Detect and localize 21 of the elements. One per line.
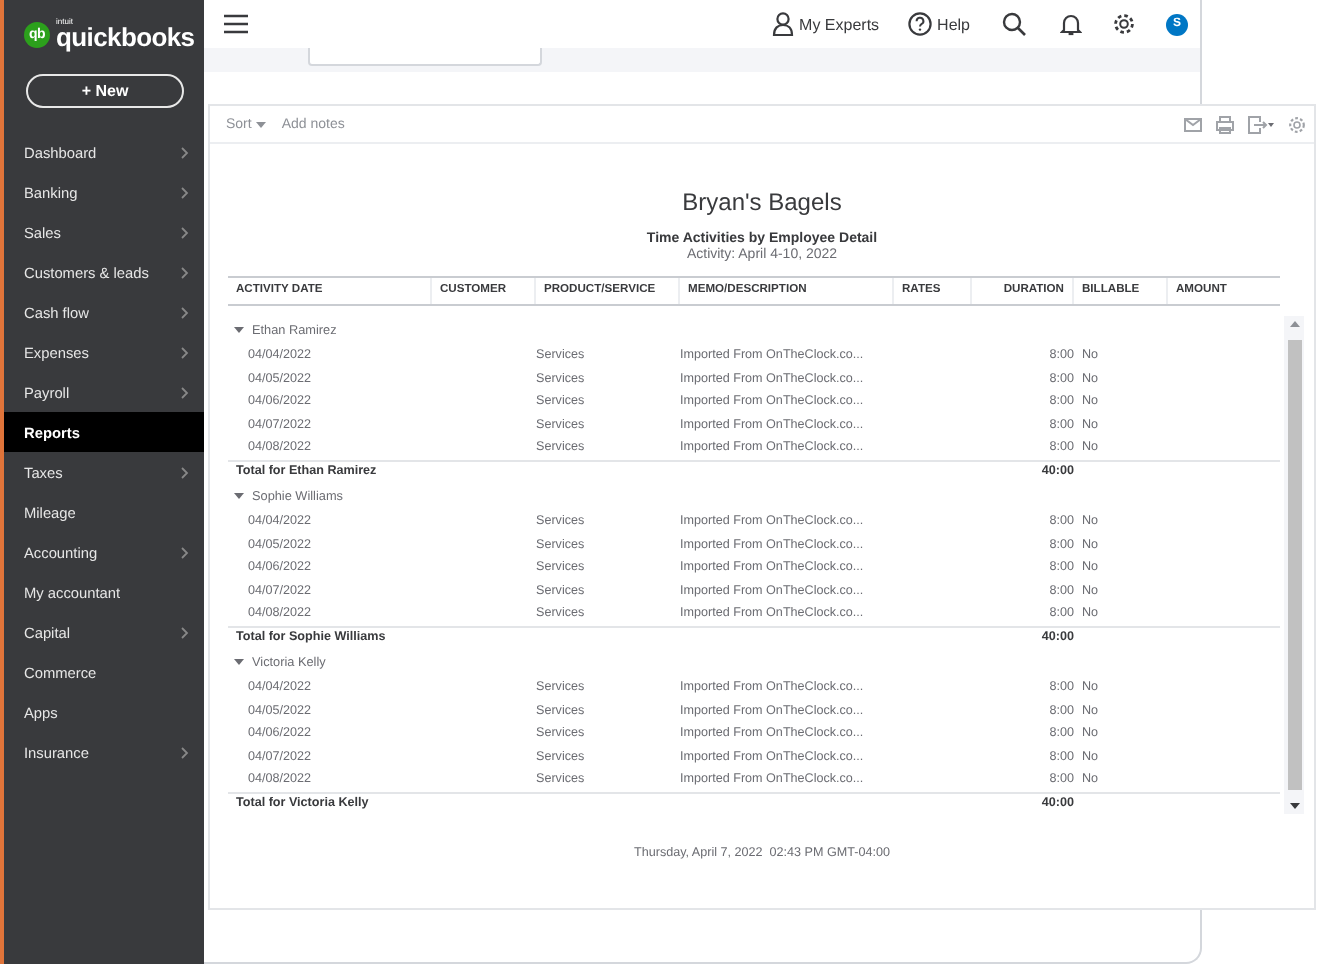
person-icon (771, 12, 794, 36)
export-icon[interactable] (1248, 115, 1274, 133)
menu-icon[interactable] (224, 14, 248, 34)
scrollbar-track[interactable] (1284, 316, 1304, 814)
caret-icon (255, 121, 266, 127)
caret-icon[interactable] (234, 326, 244, 334)
company-name: Bryan's Bagels (682, 188, 842, 216)
scroll-up-icon[interactable] (1289, 320, 1299, 328)
logo-wordmark: quickbooks (56, 24, 195, 50)
caret-icon[interactable] (234, 658, 244, 666)
scrollbar-thumb[interactable] (1287, 340, 1301, 790)
search-icon[interactable] (1002, 12, 1026, 36)
help-button[interactable]: Help (907, 12, 970, 36)
help-icon (907, 12, 932, 36)
caret-icon[interactable] (234, 492, 244, 500)
settings-icon[interactable] (1112, 12, 1136, 36)
scroll-down-icon[interactable] (1289, 802, 1299, 810)
bell-icon[interactable] (1060, 12, 1082, 36)
my-experts-button[interactable]: My Experts (771, 12, 880, 36)
new-button[interactable]: + New (26, 74, 184, 108)
input-field[interactable] (308, 48, 542, 66)
